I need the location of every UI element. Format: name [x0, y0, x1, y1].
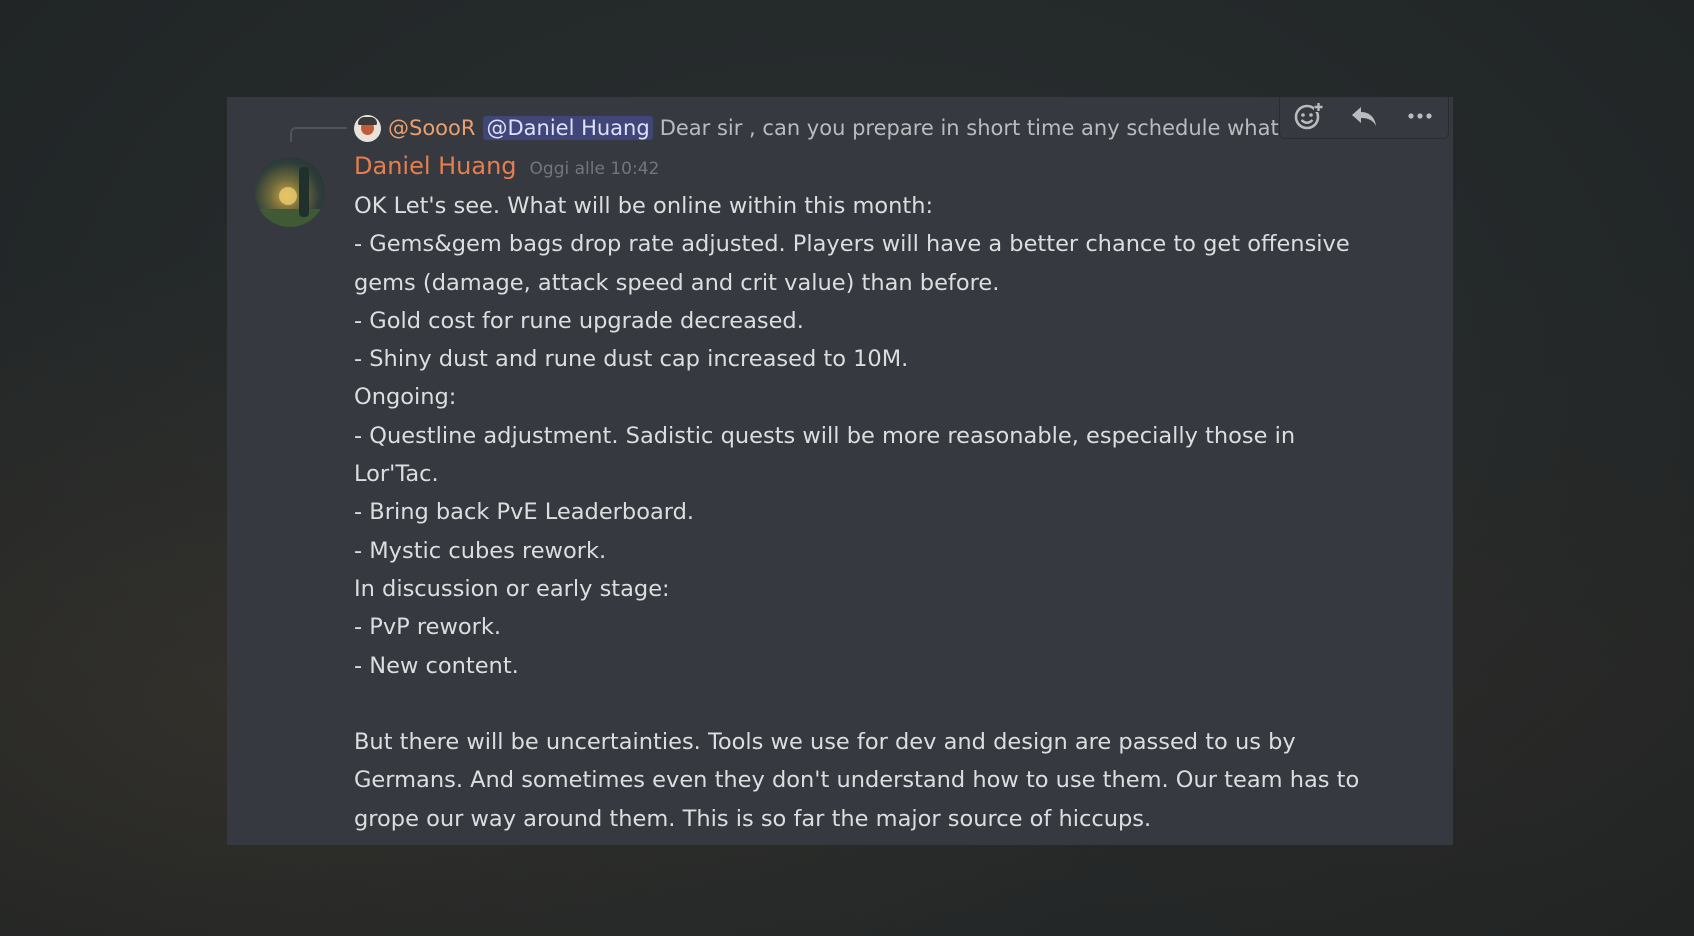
message-line: grope our way around them. This is so fa…	[354, 805, 1152, 832]
message-line: Germans. And sometimes even they don't u…	[354, 767, 1360, 794]
reply-author-avatar[interactable]	[354, 114, 381, 142]
reply-preview[interactable]: @SoooR @Daniel Huang Dear sir , can you …	[354, 113, 1414, 143]
message-timestamp: Oggi alle 10:42	[529, 159, 660, 179]
message-line: - Gold cost for rune upgrade decreased.	[354, 307, 804, 334]
message-line: - Gems&gem bags drop rate adjusted. Play…	[354, 231, 1350, 258]
message-line: Ongoing:	[354, 384, 457, 411]
more-options-button[interactable]	[1398, 97, 1442, 136]
add-reaction-button[interactable]	[1286, 97, 1330, 136]
more-options-icon	[1408, 113, 1432, 119]
message-line: - Mystic cubes rework.	[354, 537, 607, 564]
reply-connector-line	[290, 127, 347, 142]
reply-mention[interactable]: @Daniel Huang	[483, 116, 653, 140]
message-line: - New content.	[354, 652, 519, 679]
message-line: - Shiny dust and rune dust cap increased…	[354, 346, 909, 373]
message-line: - Questline adjustment. Sadistic quests …	[354, 422, 1296, 449]
message-content: OK Let's see. What will be online within…	[354, 187, 1434, 838]
message-line: OK Let's see. What will be online within…	[354, 193, 934, 219]
message-line: gems (damage, attack speed and crit valu…	[354, 269, 1000, 296]
reply-author-name[interactable]: @SoooR	[388, 116, 475, 140]
reply-icon	[1352, 107, 1376, 126]
reply-button[interactable]	[1342, 97, 1386, 136]
author-username[interactable]: Daniel Huang	[354, 152, 517, 180]
message-hover-toolbar	[1279, 97, 1449, 139]
message-header: Daniel Huang Oggi alle 10:42	[354, 152, 659, 180]
chat-message-panel: @SoooR @Daniel Huang Dear sir , can you …	[227, 97, 1453, 845]
message-line: But there will be uncertainties. Tools w…	[354, 729, 1296, 756]
author-avatar[interactable]	[255, 157, 325, 227]
reply-text[interactable]: Dear sir , can you prepare in short time…	[660, 116, 1320, 140]
message-line: Lor'Tac.	[354, 461, 439, 488]
message-line: In discussion or early stage:	[354, 575, 670, 602]
add-reaction-icon	[1294, 103, 1323, 130]
message-line: - PvP rework.	[354, 614, 502, 641]
message-line: - Bring back PvE Leaderboard.	[354, 499, 695, 526]
